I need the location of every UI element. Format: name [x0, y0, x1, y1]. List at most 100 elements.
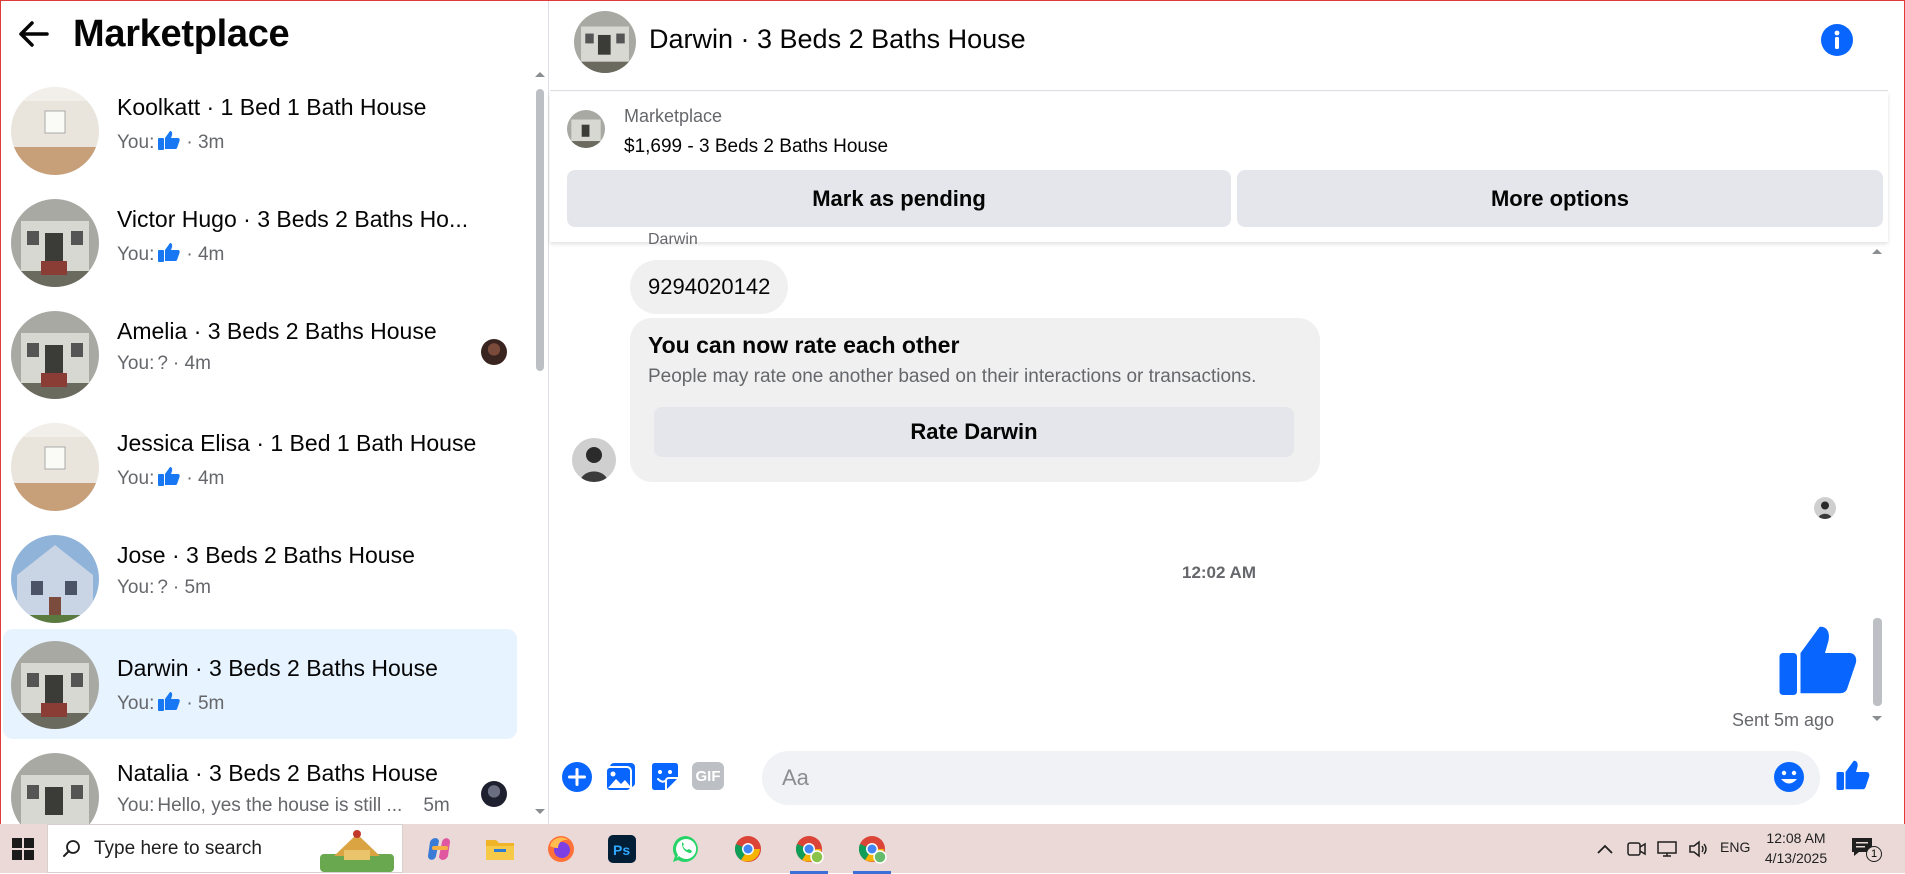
listing-thumbnail — [11, 753, 99, 824]
chevron-up-icon[interactable] — [1596, 843, 1614, 855]
preview-prefix: You: — [117, 468, 155, 489]
chrome-profile-icon-2[interactable] — [853, 830, 891, 874]
message-thread: Darwin 9294020142 You can now rate each … — [550, 231, 1888, 743]
thumbs-up-icon — [157, 690, 181, 718]
sent-status: Sent 5m ago — [1732, 710, 1835, 730]
conversation-name: Koolkatt · 1 Bed 1 Bath House — [117, 94, 427, 120]
listing-banner-thumbnail — [567, 110, 605, 148]
rate-card-description: People may rate one another based on the… — [648, 366, 1257, 387]
preview-time: · 4m — [172, 353, 211, 374]
info-icon[interactable] — [1820, 23, 1854, 57]
thumbs-up-icon — [157, 465, 181, 493]
thread-scrollbar[interactable] — [1868, 246, 1886, 726]
preview-text: Hello, yes the house is still ... — [157, 795, 403, 816]
conversation-item[interactable]: Victor Hugo · 3 Beds 2 Baths Ho... You: … — [3, 189, 517, 299]
scrollbar-thumb[interactable] — [536, 89, 544, 371]
windows-start-icon[interactable] — [0, 824, 46, 873]
mark-as-pending-button[interactable]: Mark as pending — [567, 170, 1231, 227]
messenger-window: Marketplace Koolkatt · 1 Bed 1 Bath Hous… — [0, 0, 1905, 824]
preview-text: ? — [157, 577, 168, 598]
scroll-up-icon[interactable] — [1868, 246, 1886, 256]
plus-icon[interactable] — [560, 760, 596, 796]
volume-icon[interactable] — [1688, 839, 1710, 858]
message-input[interactable] — [762, 751, 1820, 805]
taskbar-search-placeholder: Type here to search — [94, 837, 262, 859]
taskbar-search-box[interactable]: Type here to search — [47, 824, 403, 873]
chrome-profile-icon[interactable] — [790, 830, 828, 874]
search-icon — [63, 839, 80, 857]
scroll-down-icon[interactable] — [533, 807, 547, 817]
chat-title[interactable]: Darwin · 3 Beds 2 Baths House — [649, 24, 1026, 55]
conversation-name: Natalia · 3 Beds 2 Baths House — [117, 760, 438, 786]
notification-center-icon[interactable]: 1 — [1850, 836, 1882, 862]
thumbs-up-icon — [157, 129, 181, 157]
photoshop-icon[interactable]: Ps — [603, 830, 641, 868]
scroll-up-icon[interactable] — [533, 69, 547, 79]
preview-prefix: You: — [117, 577, 155, 598]
chrome-icon[interactable] — [729, 830, 767, 868]
conversation-item[interactable]: Natalia · 3 Beds 2 Baths House You: Hell… — [3, 743, 517, 824]
meet-now-icon[interactable] — [1626, 840, 1646, 858]
listing-thumbnail — [11, 535, 99, 623]
sender-avatar[interactable] — [572, 438, 616, 482]
preview-time: · 4m — [186, 244, 225, 265]
language-indicator[interactable]: ENG — [1720, 839, 1750, 855]
file-explorer-icon[interactable] — [481, 830, 519, 868]
chat-header: Darwin · 3 Beds 2 Baths House — [550, 1, 1888, 91]
seen-by-avatar — [1814, 497, 1836, 519]
conversation-name: Victor Hugo · 3 Beds 2 Baths Ho... — [117, 206, 469, 232]
whatsapp-icon[interactable] — [667, 830, 705, 868]
clock[interactable]: 12:08 AM 4/13/2025 — [1760, 828, 1832, 868]
conversation-item-active[interactable]: Darwin · 3 Beds 2 Baths House You: · 5m — [3, 629, 517, 739]
listing-banner: Marketplace $1,699 - 3 Beds 2 Baths Hous… — [550, 92, 1888, 242]
chat-listing-thumbnail[interactable] — [574, 11, 636, 73]
listing-thumbnail — [11, 87, 99, 175]
emoji-icon[interactable] — [1772, 760, 1808, 796]
scroll-down-icon[interactable] — [1868, 714, 1886, 724]
conversation-name: Jessica Elisa · 1 Bed 1 Bath House — [117, 430, 477, 456]
message-bubble[interactable]: 9294020142 — [630, 260, 789, 314]
copilot-icon[interactable] — [420, 830, 458, 868]
preview-time: · 4m — [186, 468, 225, 489]
conversation-preview: You: · 5m — [117, 690, 224, 718]
network-icon[interactable] — [1656, 840, 1678, 858]
conversation-preview: You: Hello, yes the house is still ... 5… — [117, 795, 450, 817]
conversation-list-scrollbar[interactable] — [533, 69, 547, 824]
rate-card-title: You can now rate each other — [648, 332, 960, 358]
more-options-button[interactable]: More options — [1237, 170, 1883, 227]
conversation-list-panel: Marketplace Koolkatt · 1 Bed 1 Bath Hous… — [1, 1, 549, 824]
listing-thumbnail — [11, 199, 99, 287]
thumbs-up-icon — [157, 241, 181, 269]
conversation-preview: You: · 3m — [117, 129, 224, 157]
sender-name: Darwin — [648, 231, 698, 248]
conversation-name: Amelia · 3 Beds 2 Baths House — [117, 318, 437, 344]
sticker-icon[interactable] — [648, 760, 684, 796]
firefox-icon[interactable] — [542, 830, 580, 868]
back-arrow-icon[interactable] — [17, 17, 51, 51]
gif-icon[interactable]: GIF — [692, 762, 724, 790]
rate-darwin-button[interactable]: Rate Darwin — [654, 407, 1294, 457]
conversation-item[interactable]: Amelia · 3 Beds 2 Baths House You: ? · 4… — [3, 301, 517, 411]
sent-thumbs-up-icon[interactable] — [1776, 618, 1860, 702]
like-send-icon[interactable] — [1835, 758, 1871, 794]
clock-time: 12:08 AM — [1766, 830, 1826, 846]
listing-price-title[interactable]: $1,699 - 3 Beds 2 Baths House — [624, 136, 888, 158]
conversation-item[interactable]: Jose · 3 Beds 2 Baths House You: ? · 5m — [3, 525, 517, 635]
conversation-item[interactable]: Jessica Elisa · 1 Bed 1 Bath House You: … — [3, 413, 517, 523]
listing-thumbnail — [11, 423, 99, 511]
left-header: Marketplace — [1, 1, 549, 67]
scrollbar-thumb[interactable] — [1873, 618, 1882, 706]
rate-card: You can now rate each other People may r… — [630, 318, 1320, 482]
message-timestamp: 12:02 AM — [1181, 563, 1256, 582]
conversation-name: Jose · 3 Beds 2 Baths House — [117, 542, 415, 568]
preview-time: · 5m — [172, 577, 211, 598]
photo-icon[interactable] — [604, 760, 640, 796]
chat-panel: Darwin · 3 Beds 2 Baths House Marketplac… — [550, 1, 1904, 824]
conversation-preview: You: · 4m — [117, 241, 224, 269]
notification-count-badge: 1 — [1866, 846, 1882, 862]
windows-taskbar: Type here to search Ps ENG 12:08 AM 4/13… — [0, 824, 1905, 874]
conversation-item[interactable]: Koolkatt · 1 Bed 1 Bath House You: · 3m — [3, 77, 517, 187]
listing-source-label: Marketplace — [624, 106, 723, 126]
preview-text: ? — [157, 353, 168, 374]
listing-thumbnail — [11, 641, 99, 729]
